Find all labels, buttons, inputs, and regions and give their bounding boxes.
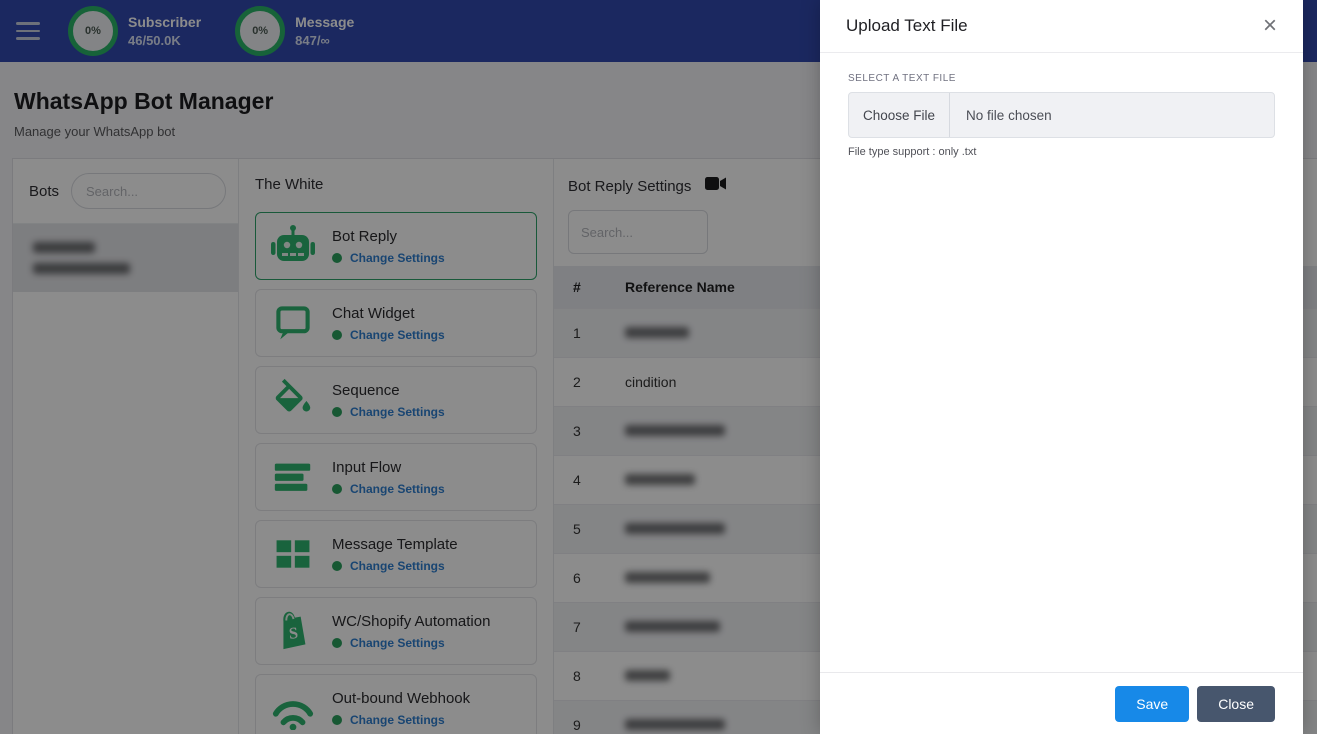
close-icon[interactable]: × (1263, 14, 1277, 38)
whatsapp-bot-manager-app: 0% Subscriber 46/50.0K 0% Message 847/∞ … (0, 0, 1317, 734)
save-button[interactable]: Save (1115, 685, 1190, 722)
upload-text-file-modal: Upload Text File × SELECT A TEXT FILE Ch… (820, 0, 1303, 734)
file-upload-input[interactable]: Choose File No file chosen (848, 92, 1275, 138)
close-button[interactable]: Close (1197, 685, 1275, 722)
select-file-label: SELECT A TEXT FILE (848, 73, 956, 84)
choose-file-button[interactable]: Choose File (849, 93, 951, 137)
modal-title: Upload Text File (846, 16, 968, 35)
file-type-helper-text: File type support : only .txt (848, 146, 977, 158)
file-chosen-status: No file chosen (966, 107, 1052, 123)
